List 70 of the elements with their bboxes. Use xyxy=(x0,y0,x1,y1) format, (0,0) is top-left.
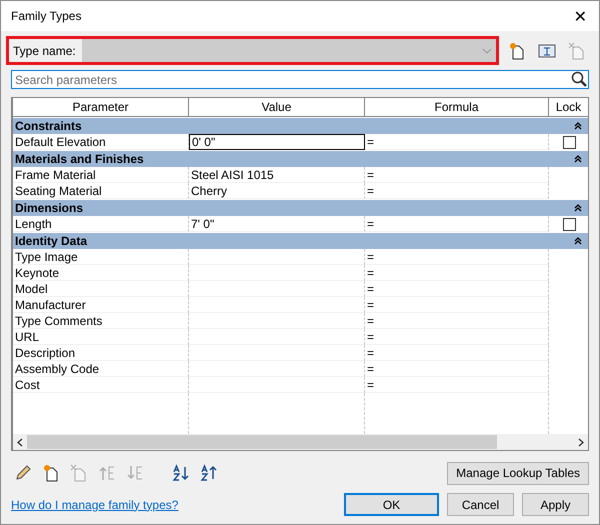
parameter-cell: Manufacturer xyxy=(13,297,189,313)
group-header-row[interactable]: Materials and Finishes xyxy=(13,150,588,167)
new-document-icon xyxy=(508,42,526,60)
delete-document-icon xyxy=(568,42,586,60)
value-cell[interactable] xyxy=(189,361,365,377)
pencil-icon xyxy=(14,464,32,482)
value-cell[interactable] xyxy=(189,281,365,297)
collapse-icon[interactable] xyxy=(574,204,582,212)
rename-icon xyxy=(538,42,556,58)
value-cell[interactable]: 0' 0" xyxy=(189,134,365,150)
parameter-cell: Type Comments xyxy=(13,313,189,329)
formula-cell[interactable]: = xyxy=(365,167,549,183)
parameter-cell: Model xyxy=(13,281,189,297)
value-cell[interactable] xyxy=(189,249,365,265)
group-title: Dimensions xyxy=(15,201,84,215)
parameter-cell: Frame Material xyxy=(13,167,189,183)
formula-cell[interactable]: = xyxy=(365,377,549,393)
value-cell[interactable] xyxy=(189,297,365,313)
help-link[interactable]: How do I manage family types? xyxy=(11,498,178,512)
formula-cell[interactable]: = xyxy=(365,265,549,281)
collapse-icon[interactable] xyxy=(574,122,582,130)
parameter-cell: Keynote xyxy=(13,265,189,281)
close-button[interactable]: ✕ xyxy=(572,6,589,26)
manage-lookup-tables-button[interactable]: Manage Lookup Tables xyxy=(447,462,589,484)
group-title: Constraints xyxy=(15,119,82,133)
group-header-row[interactable]: Constraints xyxy=(13,117,588,134)
collapse-icon[interactable] xyxy=(574,155,582,163)
scroll-right-icon[interactable] xyxy=(578,438,584,446)
parameter-cell: Type Image xyxy=(13,249,189,265)
move-down-icon xyxy=(126,464,144,482)
parameter-cell: Assembly Code xyxy=(13,361,189,377)
value-cell[interactable] xyxy=(189,345,365,361)
formula-cell[interactable]: = xyxy=(365,249,549,265)
collapse-icon[interactable] xyxy=(574,237,582,245)
dialog-button[interactable]: Cancel xyxy=(447,493,514,516)
column-header[interactable]: Parameter xyxy=(13,98,189,117)
parameter-cell: Cost xyxy=(13,377,189,393)
window-title: Family Types xyxy=(11,9,82,23)
dialog-button[interactable]: OK xyxy=(344,493,439,516)
scrollbar-thumb[interactable] xyxy=(27,435,498,449)
scroll-left-icon[interactable] xyxy=(17,438,23,446)
group-header-row[interactable]: Identity Data xyxy=(13,232,588,249)
formula-cell[interactable]: = xyxy=(365,281,549,297)
formula-cell[interactable]: = xyxy=(365,345,549,361)
formula-cell[interactable]: = xyxy=(365,361,549,377)
group-header-row[interactable]: Dimensions xyxy=(13,199,588,216)
formula-cell[interactable]: = xyxy=(365,329,549,345)
chevron-down-icon xyxy=(482,48,492,54)
formula-cell[interactable]: = xyxy=(365,313,549,329)
dialog-button[interactable]: Apply xyxy=(522,493,589,516)
lock-checkbox[interactable] xyxy=(562,136,576,148)
new-document-icon xyxy=(42,464,60,482)
search-field[interactable]: Search parameters xyxy=(11,70,589,89)
value-cell[interactable] xyxy=(189,265,365,281)
parameter-cell: Description xyxy=(13,345,189,361)
parameter-cell: URL xyxy=(13,329,189,345)
value-cell[interactable] xyxy=(189,329,365,345)
group-title: Materials and Finishes xyxy=(15,152,144,166)
column-header[interactable]: Value xyxy=(189,98,365,117)
formula-cell[interactable]: = xyxy=(365,297,549,313)
move-up-icon xyxy=(98,464,116,482)
search-icon xyxy=(571,71,587,87)
delete-document-icon xyxy=(70,464,88,482)
value-cell[interactable]: Steel AISI 1015 xyxy=(189,167,365,183)
type-name-label: Type name: xyxy=(12,44,77,58)
value-cell[interactable] xyxy=(189,313,365,329)
value-cell[interactable] xyxy=(189,377,365,393)
column-header[interactable]: Formula xyxy=(365,98,549,117)
lock-checkbox[interactable] xyxy=(562,218,576,230)
group-title: Identity Data xyxy=(15,234,88,248)
